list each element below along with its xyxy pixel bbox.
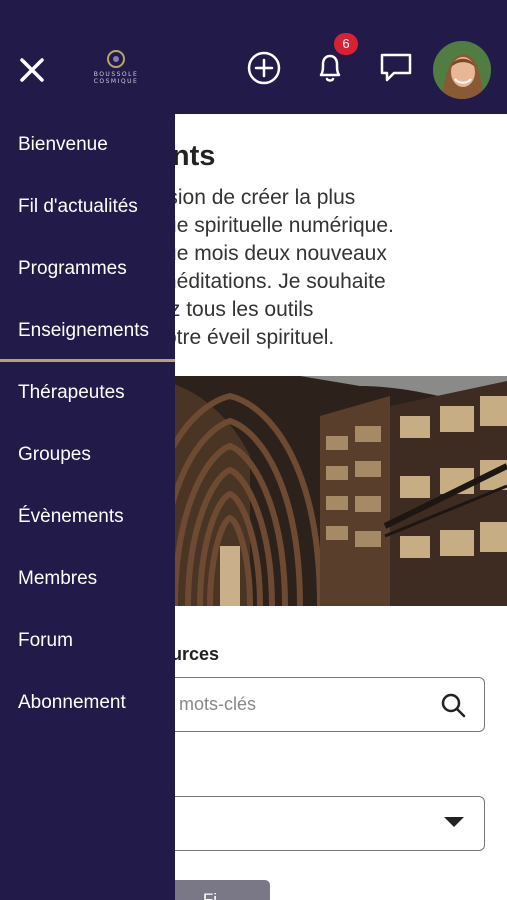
menu-item-therapeutes[interactable]: Thérapeutes <box>0 362 175 424</box>
library-image <box>130 376 507 606</box>
logo-text-line-1: BOUSSOLE <box>93 71 139 78</box>
intro-line: haque mois deux nouveaux <box>130 242 387 265</box>
messages-button[interactable] <box>378 50 414 84</box>
menu-item-programmes[interactable]: Programmes <box>0 238 175 300</box>
menu-item-enseignements[interactable]: Enseignements <box>0 300 175 362</box>
menu-item-abonnement[interactable]: Abonnement <box>0 672 175 734</box>
menu-item-bienvenue[interactable]: Bienvenue <box>0 114 175 176</box>
search-field[interactable] <box>130 677 485 732</box>
notification-count-badge: 6 <box>334 33 358 55</box>
logo[interactable]: BOUSSOLE COSMIQUE <box>86 50 146 90</box>
close-icon <box>20 58 44 82</box>
category-select[interactable] <box>130 796 485 851</box>
logo-text-line-2: COSMIQUE <box>93 78 139 85</box>
menu-item-groupes[interactable]: Groupes <box>0 424 175 486</box>
menu-item-forum[interactable]: Forum <box>0 610 175 672</box>
intro-line: ırs méditations. Je souhaite <box>130 270 386 293</box>
dropdown-arrow-icon <box>444 817 464 827</box>
chat-icon <box>380 53 412 82</box>
app-header: BOUSSOLE COSMIQUE 6 <box>0 0 507 114</box>
compass-emblem-icon <box>107 50 125 68</box>
intro-text: la vision de créer la plus hèque spiritu… <box>130 184 500 352</box>
plus-circle-icon <box>247 51 281 85</box>
close-menu-button[interactable] <box>16 54 48 86</box>
intro-line: la vision de créer la plus <box>130 186 356 209</box>
intro-line: ayez tous les outils <box>136 298 314 321</box>
avatar[interactable] <box>433 41 491 99</box>
side-drawer: Bienvenue Fil d'actualités Programmes En… <box>0 114 175 900</box>
menu-item-membres[interactable]: Membres <box>0 548 175 610</box>
intro-line: hèque spirituelle numérique. <box>130 214 394 237</box>
user-photo-icon <box>433 41 491 99</box>
create-button[interactable] <box>246 50 282 86</box>
search-icon[interactable] <box>440 692 466 718</box>
menu-item-fil-actualites[interactable]: Fil d'actualités <box>0 176 175 238</box>
menu-item-evenements[interactable]: Évènements <box>0 486 175 548</box>
intro-line: ur votre éveil spirituel. <box>130 326 335 349</box>
